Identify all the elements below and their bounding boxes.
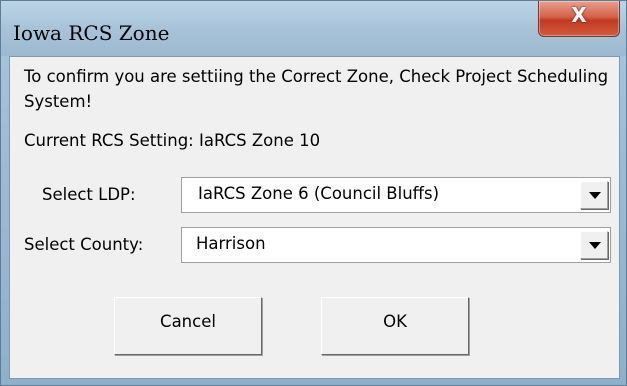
ldp-dropdown-arrow-icon[interactable] bbox=[580, 181, 608, 209]
dialog-window: Iowa RCS Zone X To confirm you are setti… bbox=[0, 0, 627, 386]
county-selected-value: Harrison bbox=[196, 234, 266, 253]
ldp-select[interactable]: IaRCS Zone 6 (Council Bluffs) bbox=[181, 177, 611, 213]
close-button[interactable]: X bbox=[538, 1, 620, 37]
ldp-label: Select LDP: bbox=[42, 185, 136, 204]
cancel-button[interactable]: Cancel bbox=[114, 297, 262, 355]
dialog-body: To confirm you are settiing the Correct … bbox=[9, 56, 620, 379]
title-bar[interactable]: Iowa RCS Zone X bbox=[1, 1, 626, 56]
cancel-button-label: Cancel bbox=[160, 312, 216, 331]
county-select[interactable]: Harrison bbox=[181, 227, 611, 263]
ok-button[interactable]: OK bbox=[321, 297, 469, 355]
current-rcs-setting: Current RCS Setting: IaRCS Zone 10 bbox=[24, 131, 321, 150]
ldp-selected-value: IaRCS Zone 6 (Council Bluffs) bbox=[198, 184, 440, 203]
confirm-message: To confirm you are settiing the Correct … bbox=[24, 67, 609, 111]
county-dropdown-arrow-icon[interactable] bbox=[580, 231, 608, 259]
close-icon: X bbox=[571, 3, 587, 27]
window-title: Iowa RCS Zone bbox=[13, 21, 170, 45]
county-label: Select County: bbox=[24, 235, 144, 254]
ok-button-label: OK bbox=[383, 312, 407, 331]
